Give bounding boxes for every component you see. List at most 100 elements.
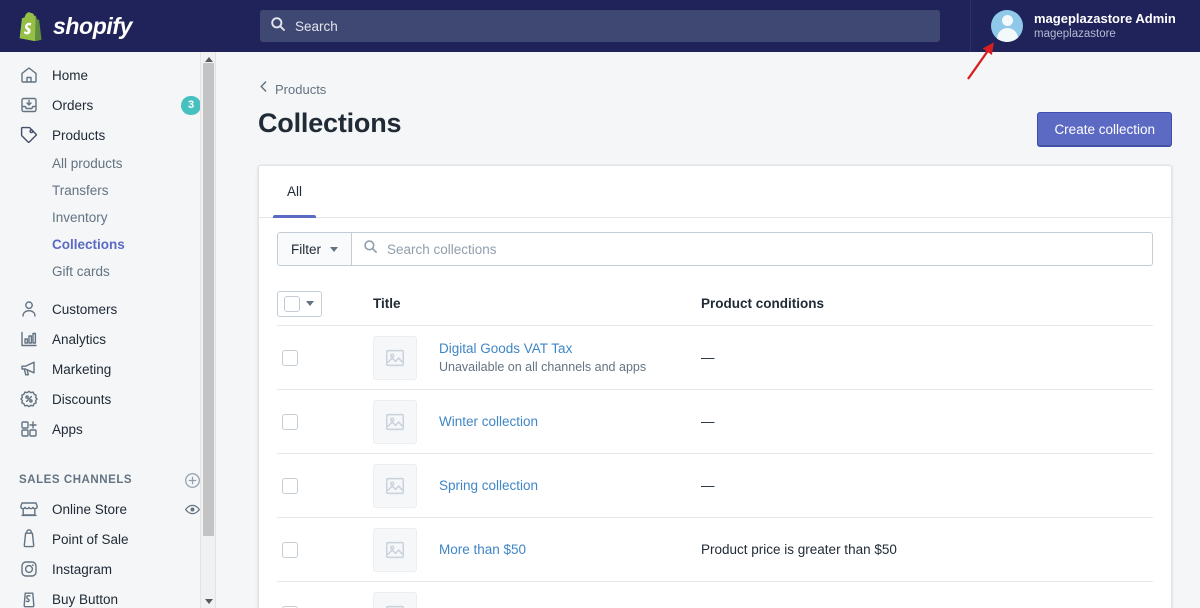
- row-checkbox[interactable]: [282, 413, 298, 430]
- search-icon: [270, 16, 286, 37]
- marketing-megaphone-icon: [19, 359, 39, 379]
- sidebar-item-instagram[interactable]: Instagram: [0, 554, 215, 584]
- filter-wrapper: Filter Search collections: [277, 232, 1153, 266]
- sidebar-item-buy-button[interactable]: Buy Button: [0, 584, 215, 608]
- sidebar-item-transfers[interactable]: Transfers: [0, 177, 215, 204]
- breadcrumb-label: Products: [275, 81, 327, 97]
- sidebar-item-label: Buy Button: [52, 591, 119, 607]
- row-title-cell: More than $50: [439, 542, 701, 557]
- row-title-cell: Winter collection: [439, 414, 701, 429]
- sidebar-item-discounts[interactable]: Discounts: [0, 384, 215, 414]
- sidebar-item-label: Point of Sale: [52, 531, 129, 547]
- sidebar-item-label: Apps: [52, 421, 83, 437]
- search-collections-input[interactable]: Search collections: [352, 233, 1152, 265]
- chevron-down-icon[interactable]: [306, 301, 314, 306]
- tab-bar: All: [259, 166, 1171, 218]
- filter-bar: Filter Search collections: [259, 218, 1171, 266]
- sidebar-item-apps[interactable]: Apps: [0, 414, 215, 444]
- sidebar-item-online-store[interactable]: Online Store: [0, 494, 215, 524]
- breadcrumb[interactable]: Products: [258, 80, 326, 98]
- plus-circle-icon[interactable]: [184, 472, 201, 489]
- sidebar-item-analytics[interactable]: Analytics: [0, 324, 215, 354]
- row-checkbox[interactable]: [282, 541, 298, 558]
- main-content: Products Collections Create collection A…: [216, 52, 1200, 608]
- sidebar-item-point-of-sale[interactable]: Point of Sale: [0, 524, 215, 554]
- sales-channels-title: SALES CHANNELS: [19, 474, 133, 486]
- chevron-left-icon: [258, 80, 269, 98]
- sidebar-item-label: Orders: [52, 97, 94, 113]
- sidebar-scrollbar-thumb[interactable]: [203, 63, 214, 536]
- sidebar-scrollbar[interactable]: [200, 52, 215, 608]
- sidebar-item-collections[interactable]: Collections: [0, 231, 215, 258]
- collection-title-link[interactable]: Spring collection: [439, 478, 701, 493]
- account-menu[interactable]: mageplazastore Admin mageplazastore: [970, 0, 1200, 52]
- sidebar-item-label: Analytics: [52, 331, 107, 347]
- search-icon: [363, 239, 378, 259]
- analytics-bars-icon: [19, 329, 39, 349]
- scroll-down-arrow-icon[interactable]: [201, 594, 215, 608]
- tab-all[interactable]: All: [273, 166, 317, 218]
- shopify-logo[interactable]: shopify: [0, 0, 230, 52]
- collection-title-link[interactable]: More than $50: [439, 542, 701, 557]
- sidebar-item-label: Customers: [52, 301, 118, 317]
- sidebar-item-products[interactable]: Products: [0, 120, 215, 150]
- filter-button[interactable]: Filter: [278, 233, 352, 265]
- select-all-control[interactable]: [277, 290, 322, 317]
- discounts-percent-icon: [19, 389, 39, 409]
- row-title-cell: Spring collection: [439, 478, 701, 493]
- sidebar-item-orders[interactable]: Orders 3: [0, 90, 215, 120]
- sidebar-subitem-label: All products: [52, 156, 123, 171]
- sidebar-item-all-products[interactable]: All products: [0, 150, 215, 177]
- image-placeholder-icon: [373, 399, 417, 444]
- sidebar-item-customers[interactable]: Customers: [0, 294, 215, 324]
- image-placeholder-icon: [373, 463, 417, 508]
- search-collections-placeholder: Search collections: [387, 241, 497, 257]
- sidebar-item-label: Marketing: [52, 361, 112, 377]
- table-row[interactable]: [277, 582, 1153, 608]
- column-header-product-conditions: Product conditions: [701, 296, 824, 311]
- image-placeholder-icon: [373, 527, 417, 572]
- sidebar-item-label: Home: [52, 67, 89, 83]
- home-icon: [19, 65, 39, 85]
- sidebar-item-home[interactable]: Home: [0, 60, 215, 90]
- table-row[interactable]: Digital Goods VAT Tax Unavailable on all…: [277, 326, 1153, 390]
- sidebar-item-gift-cards[interactable]: Gift cards: [0, 258, 215, 285]
- table-row[interactable]: More than $50 Product price is greater t…: [277, 518, 1153, 582]
- sidebar-subitem-label: Inventory: [52, 210, 108, 225]
- collection-subtitle: Unavailable on all channels and apps: [439, 360, 647, 374]
- account-text: mageplazastore Admin mageplazastore: [1034, 11, 1176, 42]
- orders-count-badge: 3: [181, 95, 201, 115]
- row-select-cell: [277, 477, 373, 494]
- select-all-checkbox[interactable]: [284, 295, 300, 312]
- sidebar-item-label: Discounts: [52, 391, 112, 407]
- row-checkbox[interactable]: [282, 349, 298, 366]
- collection-title-link[interactable]: Winter collection: [439, 414, 701, 429]
- sidebar-item-inventory[interactable]: Inventory: [0, 204, 215, 231]
- filter-button-label: Filter: [291, 241, 321, 257]
- sidebar-item-label: Products: [52, 127, 106, 143]
- row-conditions-cell: —: [701, 414, 715, 429]
- top-bar: shopify Search mageplazastore Admin mage…: [0, 0, 1200, 52]
- sales-channels-section-header: SALES CHANNELS: [0, 466, 215, 494]
- row-select-cell: [277, 413, 373, 430]
- sidebar-item-label: Online Store: [52, 501, 128, 517]
- orders-inbox-icon: [19, 95, 39, 115]
- table-row[interactable]: Spring collection —: [277, 454, 1153, 518]
- customer-person-icon: [19, 299, 39, 319]
- global-search-input[interactable]: Search: [260, 10, 940, 42]
- row-checkbox[interactable]: [282, 477, 298, 494]
- collection-title-link[interactable]: Digital Goods VAT Tax: [439, 341, 701, 356]
- eye-icon[interactable]: [184, 501, 201, 518]
- sidebar-subitem-label: Transfers: [52, 183, 109, 198]
- user-avatar-icon: [991, 10, 1023, 42]
- sidebar-item-label: Instagram: [52, 561, 113, 577]
- row-conditions-cell: —: [701, 350, 715, 365]
- brand-name: shopify: [53, 12, 132, 39]
- apps-grid-plus-icon: [19, 419, 39, 439]
- row-conditions-cell: Product price is greater than $50: [701, 542, 897, 557]
- sidebar-item-marketing[interactable]: Marketing: [0, 354, 215, 384]
- table-row[interactable]: Winter collection —: [277, 390, 1153, 454]
- buy-button-icon: [19, 589, 39, 608]
- create-collection-button[interactable]: Create collection: [1037, 112, 1172, 147]
- row-select-cell: [277, 349, 373, 366]
